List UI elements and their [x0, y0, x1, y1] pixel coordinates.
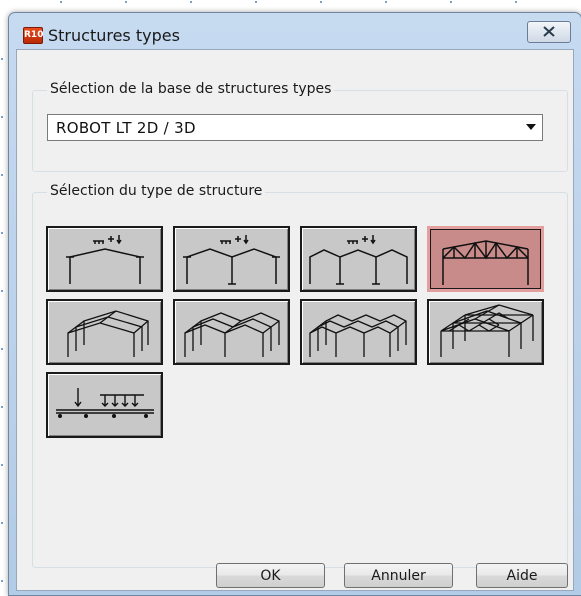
portal-frame-3d-three-span-tile[interactable] [300, 299, 417, 365]
dropdown-selected-value: ROBOT LT 2D / 3D [56, 119, 196, 137]
database-selection-group: Sélection de la base de structures types… [32, 81, 568, 172]
portal-frame-3d-icon [67, 310, 149, 357]
truss-frame-3d-tile[interactable] [427, 299, 544, 365]
portal-frame-2d-two-span-tile[interactable] [173, 226, 290, 292]
continuous-beam-icon [56, 388, 154, 418]
ok-button[interactable]: OK [216, 563, 325, 588]
portal-frame-3d-two-span-tile[interactable] [173, 299, 290, 365]
structure-group-label: Sélection du type de structure [47, 183, 266, 199]
truss-frame-2d-icon [442, 240, 529, 285]
portal-frame-3d-two-span-icon [184, 312, 280, 357]
portal-frame-2d-icon [66, 235, 144, 284]
robot-app-icon: R10 [23, 27, 43, 44]
dialog-title: Structures types [48, 26, 180, 45]
portal-frame-3d-tile[interactable] [46, 299, 163, 365]
continuous-beam-tile[interactable] [46, 372, 163, 438]
dialog-body: Sélection de la base de structures types… [16, 49, 574, 591]
cancel-button[interactable]: Annuler [344, 563, 453, 588]
chevron-down-icon [526, 124, 536, 130]
title-bar[interactable]: R10 Structures types [9, 13, 581, 49]
structures-types-dialog: R10 Structures types Sélection de la bas… [8, 12, 581, 596]
truss-frame-3d-icon [440, 304, 534, 357]
portal-frame-2d-tile[interactable] [46, 226, 163, 292]
close-button[interactable] [527, 21, 571, 43]
help-button[interactable]: Aide [476, 563, 568, 588]
structure-database-dropdown[interactable]: ROBOT LT 2D / 3D [47, 114, 543, 141]
portal-frame-2d-two-span-icon [183, 235, 280, 285]
structure-type-group: Sélection du type de structure [32, 183, 568, 568]
portal-frame-2d-three-span-icon [309, 235, 408, 285]
database-group-label: Sélection de la base de structures types [47, 81, 335, 97]
portal-frame-2d-three-span-tile[interactable] [300, 226, 417, 292]
close-icon [543, 26, 555, 37]
truss-frame-2d-tile[interactable] [427, 226, 544, 292]
portal-frame-3d-three-span-icon [309, 314, 407, 357]
